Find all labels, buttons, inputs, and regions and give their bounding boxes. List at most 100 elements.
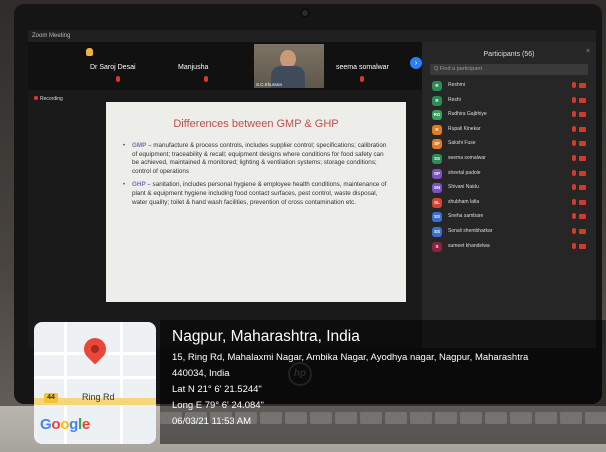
slide-bullet: GMP – manufacture & process controls, in…	[120, 142, 392, 176]
record-dot-icon	[34, 96, 38, 100]
muted-mic-icon	[360, 76, 364, 82]
participant-row[interactable]: R Rupali Kinekar	[426, 123, 592, 138]
geotag-address-line1: 15, Ring Rd, Mahalaxmi Nagar, Ambika Nag…	[172, 352, 529, 363]
participant-row[interactable]: R Reshmi	[426, 79, 592, 94]
participant-row[interactable]: SL shubham lafia	[426, 196, 592, 211]
participant-row[interactable]: R Reshi	[426, 94, 592, 109]
participant-name: Sakshi Fuse	[448, 140, 476, 147]
participant-name: Reshmi	[448, 82, 465, 88]
participant-avatar: S	[432, 241, 442, 252]
video-off-icon	[579, 199, 586, 205]
participant-tile-name: Manjusha	[178, 64, 209, 71]
muted-mic-icon	[116, 76, 120, 82]
bullet-text: sanitation, includes personal hygiene & …	[132, 181, 387, 206]
video-off-icon	[579, 83, 586, 88]
laptop-screen: Zoom Meeting Dr Saroj Desai Manjusha S.C…	[28, 30, 596, 348]
next-page-button[interactable]: ›	[410, 57, 422, 69]
participant-tile-name: Dr Saroj Desai	[90, 64, 136, 71]
participant-avatar: R	[432, 81, 442, 91]
participant-row[interactable]: SS Sonali shembharkar	[426, 225, 592, 240]
video-off-icon	[579, 141, 586, 147]
participant-name: Rupali Kinekar	[448, 125, 481, 132]
muted-mic-icon	[572, 213, 576, 220]
video-off-icon	[579, 126, 586, 132]
muted-mic-icon	[572, 111, 576, 118]
video-gallery-strip: Dr Saroj Desai Manjusha S.C.Khurana seem…	[28, 42, 422, 90]
participant-avatar: SS	[432, 212, 442, 223]
google-logo-letter: G	[40, 416, 52, 433]
geotag-datetime: 06/03/21 11:53 AM	[172, 416, 252, 427]
google-logo-letter: e	[81, 416, 90, 433]
bullet-keyword: GMP –	[132, 142, 152, 149]
muted-mic-icon	[572, 198, 576, 205]
participant-tile-name: seema somalwar	[336, 64, 389, 71]
location-pin-center	[91, 345, 99, 353]
participant-row[interactable]: RG Rudhira Gajbhiye	[426, 108, 592, 123]
video-tile-label: S.C.Khurana	[256, 82, 282, 87]
map-street	[120, 322, 123, 444]
participant-name: sumeet khandelwa	[448, 242, 490, 249]
geotag-longitude: Long E 79° 6' 24.084"	[172, 400, 264, 411]
participant-name: Reshi	[448, 96, 461, 103]
participant-name: Sneha sambare	[448, 213, 484, 220]
video-off-icon	[579, 243, 586, 249]
muted-mic-icon	[572, 227, 576, 234]
active-video-tile[interactable]: S.C.Khurana	[254, 44, 324, 88]
video-off-icon	[579, 170, 586, 176]
video-off-icon	[579, 228, 586, 234]
google-logo-letter: g	[69, 416, 78, 433]
route-badge: 44	[44, 393, 58, 403]
participant-row[interactable]: SN Shivani Naidu	[426, 181, 592, 196]
muted-mic-icon	[572, 96, 576, 103]
slide-bullet: GHP – sanitation, includes personal hygi…	[120, 181, 392, 207]
muted-mic-icon	[572, 184, 576, 191]
participant-row[interactable]: SF Sakshi Fuse	[426, 137, 592, 152]
participant-avatar: SP	[432, 168, 442, 179]
participant-search-input[interactable]: Q Find a participant	[430, 64, 588, 75]
participant-name: Shivani Naidu	[448, 184, 479, 191]
geotag-latitude: Lat N 21° 6' 21.5244"	[172, 384, 262, 395]
muted-mic-icon	[572, 140, 576, 147]
meeting-stage: Dr Saroj Desai Manjusha S.C.Khurana seem…	[28, 42, 422, 348]
shared-slide: Differences between GMP & GHP GMP – manu…	[106, 102, 406, 302]
muted-mic-icon	[572, 242, 576, 249]
video-off-icon	[579, 185, 586, 191]
participant-avatar: R	[432, 95, 442, 106]
participant-avatar: SF	[432, 139, 442, 150]
participant-row[interactable]: SS Sneha sambare	[426, 210, 592, 225]
participant-name: shubham lafia	[448, 198, 480, 205]
google-logo-letter: o	[60, 416, 70, 433]
participant-row[interactable]: SS seema somalwar	[426, 152, 592, 167]
google-logo: Google	[40, 416, 90, 433]
slide-bullets: GMP – manufacture & process controls, in…	[120, 142, 392, 207]
webcam	[300, 8, 310, 18]
video-off-icon	[579, 155, 586, 161]
participant-avatar: SN	[432, 183, 442, 194]
bullet-text: manufacture & process controls, includes…	[132, 142, 387, 175]
window-titlebar: Zoom Meeting	[28, 30, 596, 42]
participant-name: sheetal padole	[448, 169, 481, 176]
recording-label: Recording	[40, 96, 63, 102]
road-label: Ring Rd	[82, 392, 115, 402]
participant-name: Sonali shembharkar	[448, 227, 493, 234]
video-off-icon	[579, 214, 586, 220]
video-off-icon	[579, 97, 586, 103]
participant-list: R Reshmi R Reshi RG Rudhira Gajbhiye R Rupali K…	[422, 79, 596, 254]
participant-row[interactable]: SP sheetal padole	[426, 167, 592, 182]
participant-name: seema somalwar	[448, 154, 486, 161]
photo-scene: Zoom Meeting Dr Saroj Desai Manjusha S.C…	[0, 0, 606, 452]
participant-row[interactable]: Ssumeet khandelwa	[426, 240, 592, 255]
participant-avatar: RG	[432, 110, 442, 121]
close-icon[interactable]: ×	[586, 48, 590, 55]
muted-mic-icon	[572, 125, 576, 132]
video-off-icon	[579, 112, 586, 118]
geotag-place: Nagpur, Maharashtra, India	[172, 328, 360, 345]
map-thumbnail: 44 Ring Rd Google	[34, 322, 156, 444]
recording-indicator: Recording	[34, 96, 63, 102]
participants-panel-title: Participants (56)	[483, 51, 535, 58]
muted-mic-icon	[204, 76, 208, 82]
participant-name: Rudhira Gajbhiye	[448, 111, 487, 118]
geotag-address-line2: 440034, India	[172, 368, 230, 379]
participant-avatar: SS	[432, 226, 442, 237]
muted-mic-icon	[572, 169, 576, 176]
